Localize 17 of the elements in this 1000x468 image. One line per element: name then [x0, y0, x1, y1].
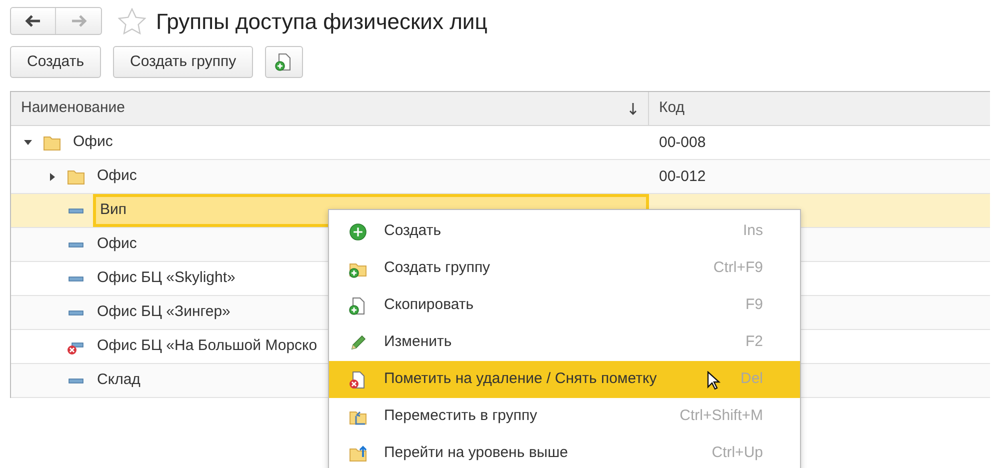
table-cell-text: Офис [72, 132, 114, 152]
shortcut-label: Ctrl+F9 [713, 258, 763, 278]
table-cell-text: Офис БЦ «На Большой Морско [96, 336, 318, 356]
table-cell-text: Офис БЦ «Зингер» [96, 302, 232, 322]
shortcut-label: F9 [745, 295, 763, 316]
shortcut-label: Del [740, 369, 763, 390]
table-cell-text: Офис [96, 166, 138, 186]
window-title: Группы доступа физических лиц [156, 8, 488, 36]
shortcut-label: Ins [742, 221, 763, 242]
shortcut-label: Ctrl+Up [712, 443, 763, 464]
table-cell-text: Склад [96, 370, 142, 390]
table-cell-text: Офис [96, 234, 138, 254]
table-cell-text: 00-012 [658, 167, 707, 187]
shortcut-label: F2 [745, 332, 763, 352]
table-cell-text: 00-008 [658, 133, 707, 153]
shortcut-label: Ctrl+Shift+M [680, 406, 763, 426]
table-cell-text: Офис БЦ «Skylight» [96, 268, 236, 288]
